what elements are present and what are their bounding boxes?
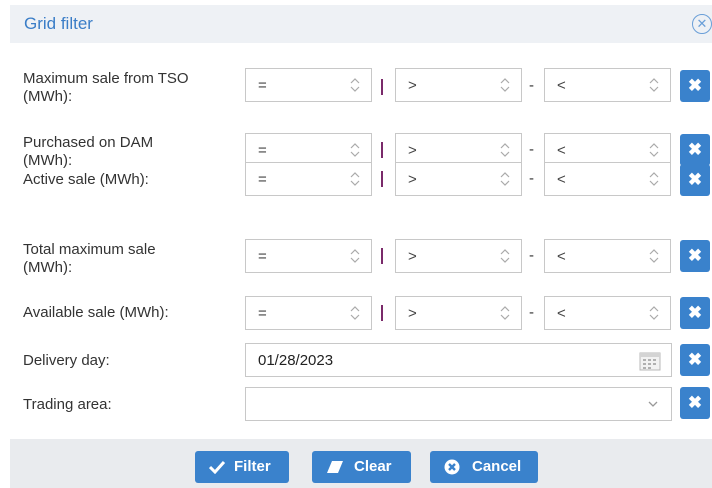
active-sale-eq-input[interactable]: =: [245, 162, 372, 196]
max-sale-tso-lt-input[interactable]: <: [544, 68, 671, 102]
label-max-sale-tso: Maximum sale from TSO (MWh):: [23, 70, 238, 106]
spinner-icon[interactable]: [349, 246, 361, 266]
dialog-footer: Filter Clear Cancel: [10, 439, 712, 488]
separator-pipe: [381, 171, 383, 187]
cancel-label: Cancel: [472, 458, 522, 475]
label-line: (MWh):: [23, 259, 73, 276]
trading-area-select[interactable]: [245, 387, 672, 421]
range-dash: -: [529, 141, 534, 158]
label-purchased-dam: Purchased on DAM (MWh):: [23, 134, 238, 170]
chevron-down-icon[interactable]: [647, 399, 659, 409]
clear-label: Clear: [354, 458, 392, 475]
available-sale-lt-input[interactable]: <: [544, 296, 671, 330]
input-value: <: [557, 305, 566, 322]
range-dash: -: [529, 170, 534, 187]
spinner-icon[interactable]: [648, 140, 660, 160]
input-value: =: [258, 77, 267, 94]
label-trading-area: Trading area:: [23, 396, 112, 413]
input-value: <: [557, 142, 566, 159]
delivery-day-input[interactable]: 01/28/2023: [245, 343, 672, 377]
spinner-icon[interactable]: [499, 303, 511, 323]
label-line: Maximum sale from TSO: [23, 70, 189, 87]
clear-max-sale-tso-button[interactable]: ✖: [680, 70, 710, 102]
spinner-icon[interactable]: [499, 75, 511, 95]
label-line: Purchased on DAM: [23, 134, 154, 151]
input-value: >: [408, 248, 417, 265]
calendar-icon[interactable]: [639, 351, 661, 371]
available-sale-eq-input[interactable]: =: [245, 296, 372, 330]
label-available-sale: Available sale (MWh):: [23, 304, 238, 322]
input-value: =: [258, 248, 267, 265]
cancel-button[interactable]: Cancel: [430, 451, 538, 483]
label-line: Available sale (MWh):: [23, 304, 169, 321]
spinner-icon[interactable]: [349, 169, 361, 189]
spinner-icon[interactable]: [499, 140, 511, 160]
dialog-title: Grid filter: [24, 14, 93, 33]
input-value: <: [557, 248, 566, 265]
label-line: (MWh):: [23, 152, 73, 169]
spinner-icon[interactable]: [648, 169, 660, 189]
input-value: >: [408, 171, 417, 188]
filter-button[interactable]: Filter: [195, 451, 289, 483]
max-sale-tso-gt-input[interactable]: >: [395, 68, 522, 102]
clear-delivery-day-button[interactable]: ✖: [680, 344, 710, 376]
input-value: =: [258, 305, 267, 322]
check-icon: [209, 460, 225, 474]
label-line: (MWh):: [23, 88, 73, 105]
clear-trading-area-button[interactable]: ✖: [680, 387, 710, 419]
total-max-sale-eq-input[interactable]: =: [245, 239, 372, 273]
close-icon[interactable]: ✕: [692, 14, 712, 34]
cancel-circle-icon: [444, 459, 460, 475]
label-line: Total maximum sale: [23, 241, 156, 258]
total-max-sale-gt-input[interactable]: >: [395, 239, 522, 273]
separator-pipe: [381, 305, 383, 321]
spinner-icon[interactable]: [349, 75, 361, 95]
label-total-max-sale: Total maximum sale (MWh):: [23, 241, 238, 277]
separator-pipe: [381, 79, 383, 95]
input-value: =: [258, 171, 267, 188]
input-value: <: [557, 77, 566, 94]
total-max-sale-lt-input[interactable]: <: [544, 239, 671, 273]
spinner-icon[interactable]: [648, 246, 660, 266]
max-sale-tso-eq-input[interactable]: =: [245, 68, 372, 102]
input-value: <: [557, 171, 566, 188]
range-dash: -: [529, 77, 534, 94]
range-dash: -: [529, 247, 534, 264]
input-value: =: [258, 142, 267, 159]
label-active-sale: Active sale (MWh):: [23, 171, 238, 189]
clear-button[interactable]: Clear: [312, 451, 411, 483]
clear-total-max-sale-button[interactable]: ✖: [680, 240, 710, 272]
available-sale-gt-input[interactable]: >: [395, 296, 522, 330]
clear-purchased-dam-button[interactable]: ✖: [680, 134, 710, 166]
input-value: >: [408, 305, 417, 322]
active-sale-lt-input[interactable]: <: [544, 162, 671, 196]
active-sale-gt-input[interactable]: >: [395, 162, 522, 196]
spinner-icon[interactable]: [499, 169, 511, 189]
range-dash: -: [529, 304, 534, 321]
spinner-icon[interactable]: [349, 303, 361, 323]
clear-active-sale-button[interactable]: ✖: [680, 164, 710, 196]
spinner-icon[interactable]: [648, 303, 660, 323]
input-value: >: [408, 142, 417, 159]
spinner-icon[interactable]: [499, 246, 511, 266]
clear-available-sale-button[interactable]: ✖: [680, 297, 710, 329]
delivery-day-value: 01/28/2023: [258, 352, 334, 369]
input-value: >: [408, 77, 417, 94]
separator-pipe: [381, 142, 383, 158]
spinner-icon[interactable]: [648, 75, 660, 95]
eraser-icon: [327, 461, 343, 473]
label-delivery-day: Delivery day:: [23, 352, 110, 369]
spinner-icon[interactable]: [349, 140, 361, 160]
separator-pipe: [381, 248, 383, 264]
filter-label: Filter: [234, 458, 271, 475]
label-line: Active sale (MWh):: [23, 171, 149, 188]
dialog-header: Grid filter ✕: [10, 5, 712, 43]
